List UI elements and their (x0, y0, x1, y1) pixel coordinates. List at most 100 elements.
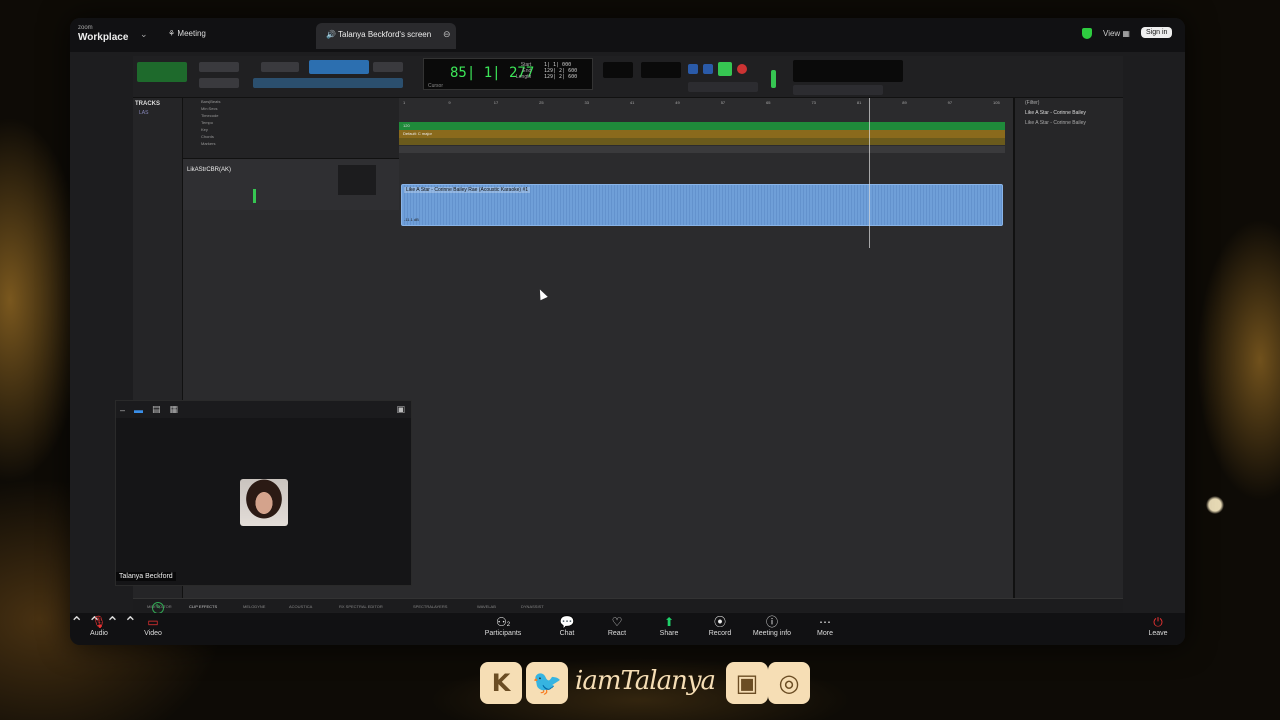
record-icon: ⦿ (713, 615, 726, 629)
length-value: 129| 2| 600 (544, 74, 578, 80)
gallery-view-icon[interactable]: ▦ (170, 404, 179, 415)
misc-tools[interactable] (793, 85, 883, 95)
expand-icon[interactable]: ▣ (396, 404, 405, 415)
participants-button[interactable]: ⚇2 Participants (483, 615, 523, 637)
tab-meeting-label: Meeting (177, 29, 206, 38)
browser-item[interactable]: Like A Star - Corinne Bailey (1015, 118, 1123, 128)
speaker-view-icon[interactable]: ▤ (152, 404, 161, 415)
play-button[interactable] (718, 62, 732, 76)
share-label: Share (659, 630, 679, 637)
view-button[interactable]: View ▦ (1103, 29, 1130, 38)
clip-level: -11.1 dB (404, 217, 419, 222)
heart-icon: ♡ (611, 615, 623, 629)
leave-button[interactable]: ⏻ Leave (1138, 615, 1178, 637)
bar-tick: 97 (947, 100, 953, 105)
video-label: Video (144, 630, 162, 637)
main-counter: 85| 1| 277 Cursor Start End Length 1| 1|… (423, 58, 593, 90)
tracks-header: TRACKS (135, 101, 160, 107)
tempo-value: 120 (403, 123, 410, 128)
sign-in-button[interactable]: Sign in (1141, 27, 1173, 38)
popout-icon[interactable]: ⊖ (443, 29, 451, 40)
audio-button[interactable]: 🎙 Audio (79, 615, 119, 637)
bar-tick: 25 (539, 100, 544, 105)
tab-meeting[interactable]: ⚘ Meeting (168, 29, 206, 38)
io-selectors[interactable] (338, 165, 376, 195)
ruler-labels: Bars|Beats Min:Secs Timecode Tempo Key C… (183, 98, 399, 158)
title-bar: zoom Workplace ⌄ ⚘ Meeting 🔊 Talanya Bec… (70, 18, 1185, 52)
selection-values: 1| 1| 000 129| 2| 600 129| 2| 600 (544, 62, 577, 80)
minimize-icon[interactable]: – (120, 405, 125, 415)
daw-toolbar: 85| 1| 277 Cursor Start End Length 1| 1|… (133, 56, 1123, 98)
record-label: Record (708, 630, 732, 637)
share-button[interactable]: ⬆ Share (649, 615, 689, 637)
chevron-down-icon[interactable]: ⌄ (140, 29, 148, 40)
more-button[interactable]: ⋯ More (805, 615, 845, 637)
mode-selector[interactable] (137, 62, 187, 82)
pencil-tools[interactable] (373, 62, 403, 72)
bar-tick: 17 (493, 100, 499, 105)
meeting-info-button[interactable]: ⓘ Meeting info (747, 615, 797, 637)
thumbnail-view-icon[interactable]: ▬ (134, 405, 143, 415)
tab-shared-screen[interactable]: 🔊 Talanya Beckford's screen (316, 23, 456, 49)
timeline[interactable]: 1 9 17 25 33 41 49 57 65 73 81 89 97 105 120 Default:… (399, 98, 1005, 612)
meeting-info-label: Meeting info (752, 630, 792, 637)
bar-tick: 33 (584, 100, 589, 105)
tab-clip-effects[interactable]: CLIP EFFECTS (189, 604, 217, 609)
nudge-display[interactable] (641, 62, 681, 78)
mic-muted-icon: 🎙 (91, 615, 107, 629)
react-button[interactable]: ♡ React (597, 615, 637, 637)
selection-labels: Start End Length (516, 62, 531, 80)
bar-tick: 41 (629, 100, 635, 105)
audio-clip[interactable]: Like A Star - Corinne Bailey Rae (Acoust… (401, 184, 1003, 226)
track-name[interactable]: LikAStrCBR(AK) (187, 167, 231, 173)
bar-tick: 89 (902, 100, 907, 105)
key-lane[interactable]: Default: C major (399, 130, 1005, 138)
tab-melodyne[interactable]: MELODYNE (243, 604, 265, 609)
tab-rx-spectral[interactable]: RX SPECTRAL EDITOR (339, 604, 383, 609)
record-button[interactable] (737, 64, 747, 74)
tempo-lane[interactable]: 120 (399, 122, 1005, 130)
shield-icon[interactable] (1082, 28, 1092, 39)
markers-lane[interactable] (399, 146, 1005, 153)
ruler-timecode: Timecode (201, 113, 219, 118)
stop-button[interactable] (703, 64, 713, 74)
chat-icon: 💬 (559, 615, 575, 629)
transport-buttons[interactable] (688, 82, 758, 92)
video-panel-toolbar: – ▬ ▤ ▦ ▣ (116, 401, 411, 418)
info-icon: ⓘ (765, 615, 778, 629)
record-button[interactable]: ⦿ Record (700, 615, 740, 637)
counter-sub-label: Cursor (428, 83, 444, 89)
kick-icon: K (480, 662, 522, 704)
bar-tick: 65 (766, 100, 771, 105)
tab-dynassist[interactable]: DYNASSIST (521, 604, 544, 609)
browser-item[interactable]: Like A Star - Corinne Bailey (1015, 108, 1123, 118)
loop-button[interactable] (688, 64, 698, 74)
chat-label: Chat (559, 630, 575, 637)
video-button[interactable]: ▭ Video (133, 615, 173, 637)
grid-display[interactable] (603, 62, 633, 78)
chat-button[interactable]: 💬 Chat (547, 615, 587, 637)
clip-label: Like A Star - Corinne Bailey Rae (Acoust… (404, 187, 531, 193)
audio-label: Audio (90, 630, 108, 637)
bar-tick: 57 (720, 100, 726, 105)
track-list-item[interactable]: LAS (133, 110, 182, 116)
zoom-window: zoom Workplace ⌄ ⚘ Meeting 🔊 Talanya Bec… (70, 18, 1185, 645)
tab-acoustica[interactable]: ACOUSTICA (289, 604, 312, 609)
playhead[interactable] (869, 98, 870, 248)
twitch-icon: ▣ (726, 662, 768, 704)
chords-lane[interactable] (399, 138, 1005, 145)
nudge-tools[interactable] (261, 62, 299, 72)
browser-filter[interactable]: (Filter) (1015, 98, 1123, 108)
groove-display[interactable] (793, 60, 903, 82)
zoom-logo: zoom Workplace (78, 24, 128, 43)
zoom-tools[interactable] (199, 62, 239, 72)
grid-buttons[interactable] (199, 78, 239, 88)
browser-panel: (Filter) Like A Star - Corinne Bailey Li… (1013, 98, 1123, 612)
edit-mode-buttons[interactable] (253, 78, 403, 88)
daw-bottom-tabs: MIDI EDITOR CLIP EFFECTS MELODYNE ACOUST… (133, 598, 1123, 612)
track-header[interactable]: LikAStrCBR(AK) (183, 158, 399, 210)
tab-spectralayers[interactable]: SPECTRALAYERS (413, 604, 447, 609)
tab-wavelab[interactable]: WAVELAB (477, 604, 496, 609)
edit-tools[interactable] (309, 60, 369, 74)
bar-tick: 73 (811, 100, 816, 105)
